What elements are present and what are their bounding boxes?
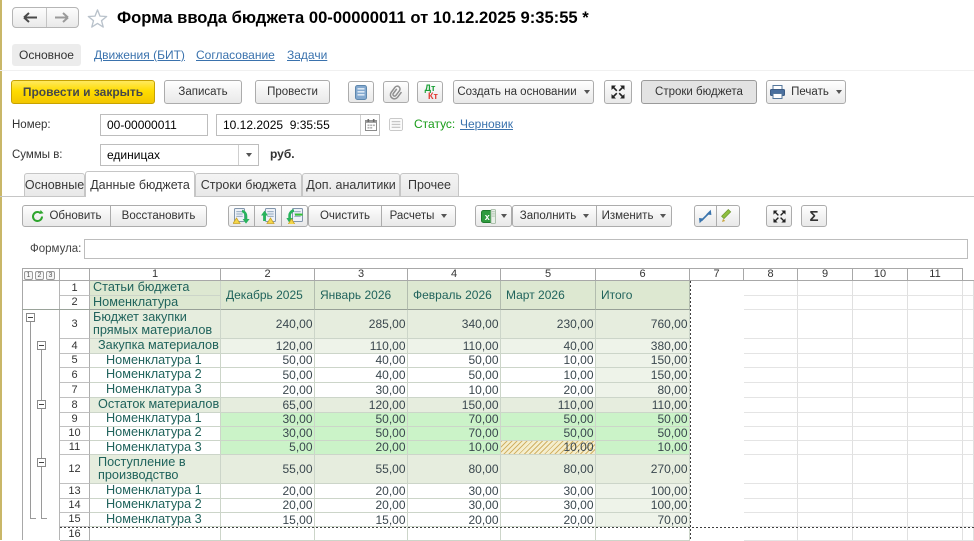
svg-text:x: x (484, 212, 489, 222)
